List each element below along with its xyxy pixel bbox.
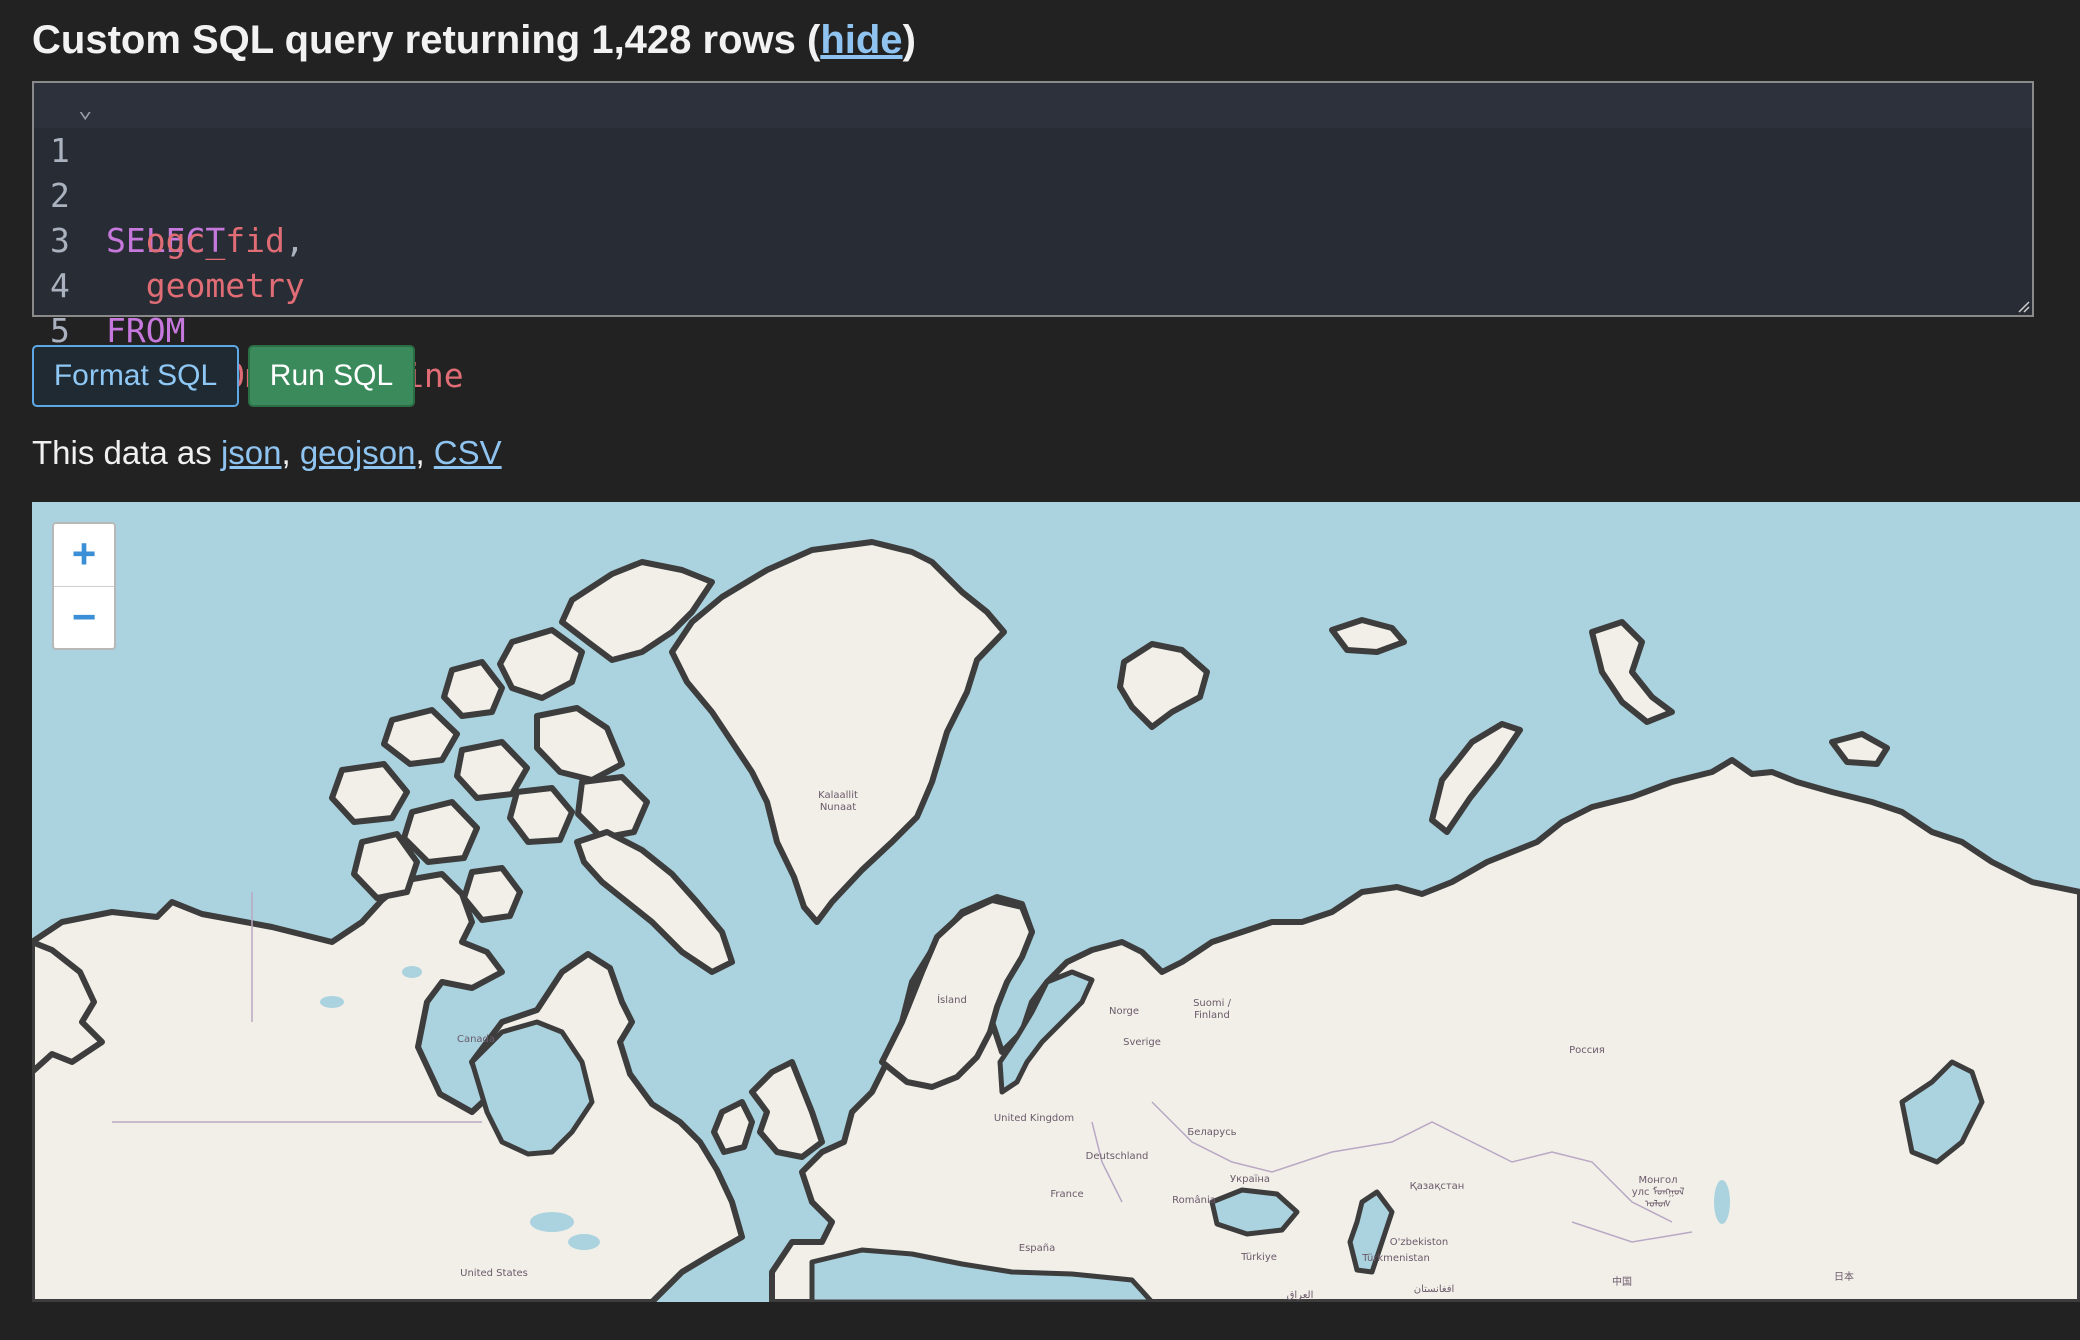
label-mongolia-3: ᠤᠯᠤᠰ: [1645, 1198, 1671, 1210]
fold-chevron-icon[interactable]: ⌄: [78, 87, 92, 132]
arctic-island: [461, 865, 523, 923]
arctic-island: [329, 761, 410, 825]
label-kalaallit: Kalaallit: [818, 790, 858, 801]
sql-editor[interactable]: 1 ⌄ SELECT 2 ogc_fid, 3 geometry 4 FROM …: [32, 81, 2034, 395]
run-sql-button[interactable]: Run SQL: [248, 345, 415, 407]
north-america-landmass: [32, 871, 745, 1302]
greenland-landmass: [669, 539, 1007, 925]
label-mongolia: Монгол: [1638, 1175, 1677, 1186]
editor-line: 1 ⌄ SELECT: [34, 83, 2032, 260]
label-china: 中国: [1612, 1275, 1632, 1288]
label-usa: United States: [460, 1268, 528, 1279]
arctic-island: [381, 707, 460, 767]
label-romania: România: [1172, 1194, 1216, 1206]
label-uzbekistan: O'zbekiston: [1390, 1237, 1449, 1248]
label-france: France: [1050, 1189, 1083, 1200]
label-sweden: Sverige: [1123, 1037, 1161, 1048]
uk-landmass: [749, 1059, 825, 1160]
editor-line: 3 geometry: [34, 173, 2032, 305]
map-view[interactable]: Kalaallit Nunaat Ísland Norge Suomi / Fi…: [32, 502, 2080, 1302]
great-lake: [530, 1212, 574, 1232]
arctic-island: [507, 785, 575, 845]
title-prefix: Custom SQL query returning 1,428 rows (: [32, 18, 821, 62]
label-turkmenistan: Türkmenistan: [1361, 1253, 1430, 1264]
label-mongolia-2: улс ᠮᠣᠩᠭᠣᠯ: [1632, 1186, 1685, 1198]
label-canada: Canada: [457, 1034, 495, 1045]
arctic-island: [401, 799, 480, 865]
label-iraq: العراق: [1287, 1290, 1314, 1301]
lake-baikal: [1714, 1180, 1730, 1224]
lake: [320, 996, 344, 1008]
page-title: Custom SQL query returning 1,428 rows (h…: [32, 18, 916, 63]
arctic-island: [441, 659, 505, 719]
arctic-island: [575, 774, 650, 841]
separator: ,: [281, 434, 300, 471]
label-belarus: Беларусь: [1187, 1127, 1236, 1138]
label-finland: Suomi /: [1193, 998, 1232, 1009]
zoom-control: + −: [52, 522, 116, 650]
bottom-margin: [0, 1302, 2080, 1340]
ireland-landmass: [711, 1099, 755, 1155]
resize-handle-icon[interactable]: [2016, 299, 2030, 313]
data-export-links: This data as json, geojson, CSV: [32, 434, 502, 472]
arctic-island: [497, 627, 585, 701]
label-japan: 日本: [1834, 1270, 1854, 1283]
separator: ,: [415, 434, 434, 471]
franz-josef-island: [1329, 617, 1407, 655]
label-iceland: Ísland: [937, 993, 967, 1006]
label-norway: Norge: [1109, 1006, 1139, 1017]
severnaya-zemlya: [1589, 619, 1675, 725]
editor-line: 4 FROM: [34, 218, 2032, 350]
label-kazakhstan: Қазақстан: [1410, 1181, 1465, 1192]
svalbard-landmass: [1117, 641, 1210, 730]
zoom-in-button[interactable]: +: [54, 524, 114, 587]
label-uk: United Kingdom: [994, 1113, 1074, 1124]
label-russia: Россия: [1569, 1045, 1605, 1056]
csv-link[interactable]: CSV: [434, 434, 502, 471]
new-siberian-island: [1829, 731, 1890, 767]
format-sql-button[interactable]: Format SQL: [32, 345, 239, 407]
label-ukraine: Україна: [1230, 1174, 1270, 1185]
sql-query-page: Custom SQL query returning 1,428 rows (h…: [0, 0, 2080, 1340]
lake: [402, 966, 422, 978]
data-links-prefix: This data as: [32, 434, 221, 471]
zoom-out-button[interactable]: −: [54, 587, 114, 649]
label-spain: España: [1019, 1243, 1055, 1254]
title-suffix: ): [902, 18, 916, 62]
great-lake: [568, 1234, 600, 1250]
label-afghanistan: افغانستان: [1414, 1284, 1455, 1295]
label-finland-2: Finland: [1194, 1010, 1230, 1021]
json-link[interactable]: json: [221, 434, 282, 471]
label-turkey: Türkiye: [1240, 1252, 1277, 1263]
label-germany: Deutschland: [1086, 1151, 1149, 1162]
novaya-zemlya: [1429, 721, 1523, 835]
arctic-island: [534, 705, 625, 783]
label-kalaallit-2: Nunaat: [820, 802, 856, 813]
geojson-link[interactable]: geojson: [300, 434, 416, 471]
hide-link[interactable]: hide: [820, 18, 902, 62]
editor-line: 5 ne_50m_coastline: [34, 263, 2032, 395]
baffin-island: [574, 829, 735, 975]
map-canvas[interactable]: Kalaallit Nunaat Ísland Norge Suomi / Fi…: [32, 502, 2080, 1302]
editor-line: 2 ogc_fid,: [34, 128, 2032, 260]
